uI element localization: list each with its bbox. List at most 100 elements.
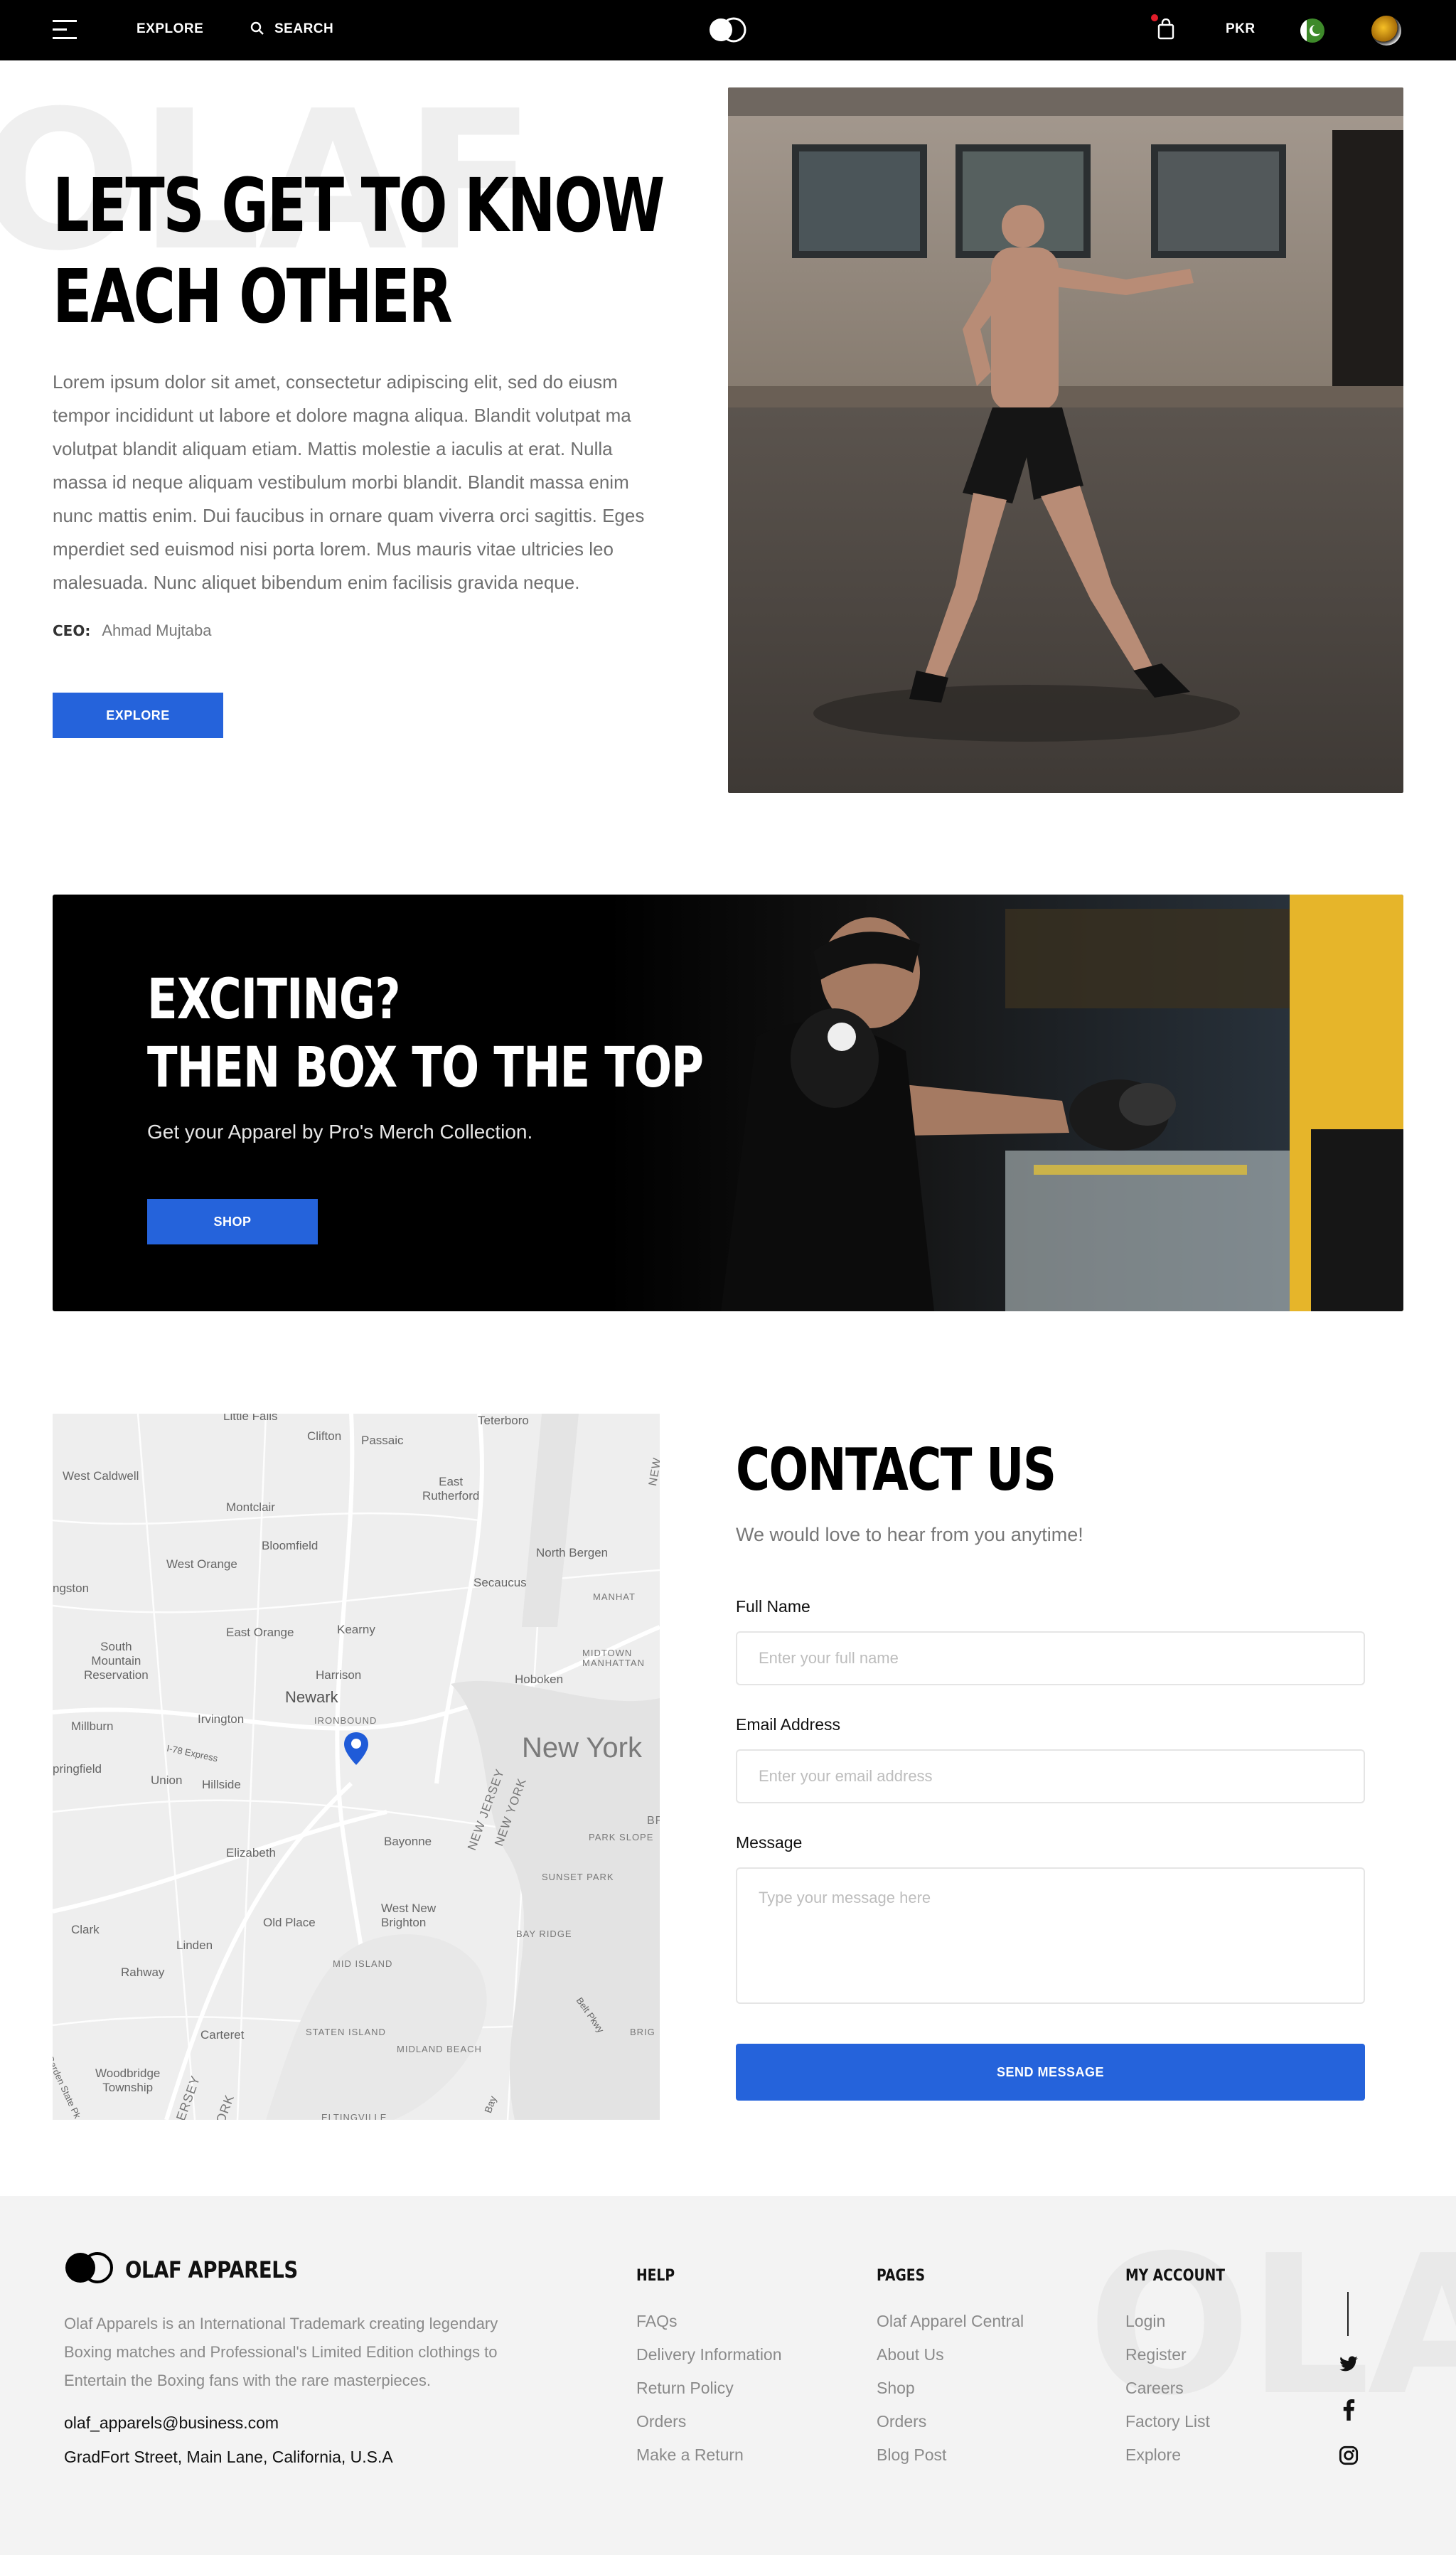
map-label: MANHAT (593, 1591, 636, 1602)
footer-help-title: HELP (636, 2267, 675, 2285)
map-label: East Rutherford (422, 1475, 480, 1503)
hero-title-line2: EACH OTHER (53, 253, 453, 340)
banner-title-line2: THEN BOX TO THE TOP (147, 1036, 704, 1100)
map-label: SUNSET PARK (542, 1872, 614, 1882)
map-label: Little Falls (223, 1414, 278, 1423)
map-label: Linden (176, 1938, 213, 1952)
map-label: North Bergen (536, 1546, 609, 1559)
full-name-input[interactable] (736, 1631, 1365, 1685)
footer-link[interactable]: Login (1125, 2305, 1243, 2338)
map-label: Woodbridge Township (95, 2066, 161, 2094)
map-label: West Orange (166, 1557, 237, 1571)
flag-icon[interactable] (1300, 18, 1324, 43)
map-label: Secaucus (473, 1576, 527, 1589)
contact-title: CONTACT US (736, 1436, 1056, 1504)
map-label: Kearny (337, 1623, 375, 1636)
message-textarea[interactable] (736, 1867, 1365, 2004)
location-map[interactable]: Little Falls Clifton Passaic Teterboro W… (53, 1414, 660, 2120)
ceo-label: CEO: (53, 622, 91, 639)
email-input[interactable] (736, 1749, 1365, 1803)
map-label: Old Place (263, 1916, 316, 1929)
ceo-name: Ahmad Mujtaba (102, 622, 212, 639)
hero-body-text: Lorem ipsum dolor sit amet, consectetur … (53, 371, 645, 593)
social-divider (1347, 2292, 1349, 2336)
footer-link[interactable]: Careers (1125, 2372, 1243, 2405)
nav-explore-link[interactable]: EXPLORE (136, 21, 203, 37)
map-label: Hoboken (515, 1673, 564, 1686)
menu-icon[interactable] (53, 20, 77, 40)
map-label: Passaic (361, 1434, 404, 1447)
banner-title-line1: EXCITING? (147, 968, 401, 1032)
map-label: Teterboro (478, 1414, 529, 1427)
map-label: ELTINGVILLE (321, 2112, 387, 2120)
ceo-line: CEO: Ahmad Mujtaba (53, 622, 211, 640)
map-label: STATEN ISLAND (306, 2027, 386, 2037)
footer-link[interactable]: Explore (1125, 2438, 1243, 2472)
footer-link[interactable]: Olaf Apparel Central (877, 2305, 1024, 2338)
footer-email[interactable]: olaf_apparels@business.com (64, 2413, 279, 2433)
currency-selector[interactable]: PKR (1226, 21, 1256, 37)
footer-address: GradFort Street, Main Lane, California, … (64, 2448, 393, 2466)
shopping-bag-icon[interactable] (1157, 18, 1175, 43)
footer-link[interactable]: About Us (877, 2338, 1024, 2372)
nav-search-link[interactable]: SEARCH (274, 21, 333, 37)
footer-brand-name: OLAF APPARELS (125, 2256, 298, 2283)
map-label: BR (647, 1815, 660, 1827)
boxer-punching-photo (607, 895, 1403, 1311)
footer-link[interactable]: Shop (877, 2372, 1024, 2405)
map-label: Elizabeth (226, 1846, 276, 1860)
map-label: West Caldwell (63, 1469, 139, 1483)
footer-link[interactable]: Delivery Information (636, 2338, 782, 2372)
twitter-icon[interactable] (1338, 2354, 1359, 2375)
map-label: New York (522, 1732, 642, 1764)
map-label: BAY RIDGE (516, 1929, 572, 1939)
map-label: Hillside (202, 1778, 241, 1791)
avatar[interactable] (1371, 16, 1401, 46)
send-message-button[interactable]: SEND MESSAGE (736, 2044, 1365, 2101)
map-label: Newark (285, 1688, 338, 1706)
footer-brand[interactable]: OLAF APPARELS (64, 2251, 326, 2288)
footer-link[interactable]: Return Policy (636, 2372, 782, 2405)
footer-link[interactable]: Factory List (1125, 2405, 1243, 2438)
map-label: Montclair (226, 1500, 275, 1514)
map-label: East Orange (226, 1626, 294, 1639)
map-label: Bayonne (384, 1835, 432, 1848)
footer-about-text: Olaf Apparels is an International Tradem… (64, 2315, 498, 2389)
logo-icon[interactable] (708, 17, 748, 43)
map-label: Clifton (307, 1429, 342, 1443)
map-label: Carteret (200, 2028, 245, 2042)
boxer-training-photo (728, 87, 1403, 793)
footer-link[interactable]: Orders (877, 2405, 1024, 2438)
map-label: Rahway (121, 1965, 165, 1979)
footer-pages-title: PAGES (877, 2267, 926, 2285)
footer-link[interactable]: FAQs (636, 2305, 782, 2338)
map-label: BRIG (630, 2027, 655, 2037)
footer-link[interactable]: Make a Return (636, 2438, 782, 2472)
promo-banner: EXCITING? THEN BOX TO THE TOP Get your A… (53, 895, 1403, 1311)
map-label: IRONBOUND (314, 1715, 378, 1726)
instagram-icon[interactable] (1338, 2445, 1359, 2466)
map-label: Union (151, 1773, 183, 1787)
search-icon[interactable] (250, 21, 264, 39)
footer-link[interactable]: Blog Post (877, 2438, 1024, 2472)
footer-pages-column: PAGES Olaf Apparel Central About Us Shop… (877, 2267, 1024, 2472)
logo-icon (64, 2251, 115, 2288)
footer-link[interactable]: Orders (636, 2405, 782, 2438)
map-label: Irvington (198, 1712, 245, 1726)
location-pin-icon[interactable] (343, 1731, 370, 1770)
map-label: ngston (53, 1581, 90, 1595)
banner-title: EXCITING? THEN BOX TO THE TOP (147, 966, 704, 1102)
map-label: Clark (71, 1923, 100, 1936)
banner-shop-button[interactable]: SHOP (147, 1199, 318, 1244)
hero-title-line1: LETS GET TO KNOW (53, 162, 665, 249)
map-label: South Mountain Reservation (84, 1640, 149, 1682)
footer-account-column: MY ACCOUNT Login Register Careers Factor… (1125, 2267, 1243, 2472)
map-label: MIDLAND BEACH (397, 2044, 482, 2054)
hero-title: LETS GET TO KNOW EACH OTHER (53, 160, 665, 342)
top-navbar: EXPLORE SEARCH PKR (0, 0, 1456, 60)
facebook-icon[interactable] (1338, 2399, 1359, 2421)
map-label: PARK SLOPE (589, 1832, 654, 1842)
contact-subtitle: We would love to hear from you anytime! (736, 1524, 1083, 1545)
footer-link[interactable]: Register (1125, 2338, 1243, 2372)
hero-explore-button[interactable]: EXPLORE (53, 693, 223, 738)
